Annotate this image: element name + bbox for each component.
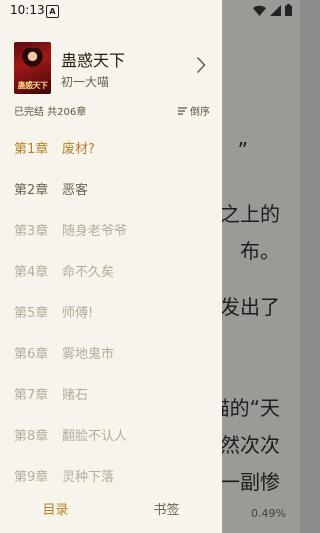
book-author: 初一大喵: [61, 75, 110, 89]
status-time: 10:13: [10, 3, 45, 17]
chapter-number: 第2章: [14, 183, 49, 198]
reader-line: 然次次: [220, 433, 280, 457]
chapter-drawer: 蛊惑天下 蛊惑天下 初一大喵 已完结 共206章 倒序 第1章 废材? 第2章 恶客…: [0, 0, 222, 533]
status-bar: 10:13 A: [0, 0, 300, 22]
chapter-item[interactable]: 第3章 随身老爷爷: [14, 220, 214, 261]
sort-label: 倒序: [190, 107, 210, 118]
cover-figure-icon: [22, 48, 43, 76]
chapter-item[interactable]: 第5章 师傅!: [14, 302, 214, 343]
wifi-icon: [253, 5, 266, 16]
signal-icon: [270, 4, 281, 16]
chevron-right-icon[interactable]: [196, 56, 206, 74]
chapter-number: 第8章: [14, 429, 49, 444]
drawer-tabs: 目录 书签: [0, 483, 222, 533]
chapter-title: 翻脸不认人: [62, 429, 128, 444]
chapter-item[interactable]: 第6章 雾地鬼市: [14, 343, 214, 384]
reader-line: ”: [237, 138, 248, 162]
reader-line: 一副惨: [220, 470, 280, 494]
sort-icon: [178, 106, 187, 115]
sort-button[interactable]: 倒序: [178, 103, 210, 118]
chapter-list: 第1章 废材? 第2章 恶客 第3章 随身老爷爷 第4章 命不久矣 第5章 师傅! 第6章…: [14, 138, 214, 507]
cover-title: 蛊惑天下: [17, 81, 49, 90]
battery-icon: [285, 4, 292, 16]
tab-bookmarks[interactable]: 书签: [111, 499, 222, 518]
chapter-title: 命不久矣: [62, 265, 115, 280]
book-cover: 蛊惑天下: [14, 42, 51, 94]
chapter-number: 第3章: [14, 224, 49, 239]
tab-contents[interactable]: 目录: [0, 499, 111, 518]
chapter-title: 师傅!: [62, 306, 94, 321]
chapter-item[interactable]: 第4章 命不久矣: [14, 261, 214, 302]
chapter-number: 第4章: [14, 265, 49, 280]
chapter-number: 第7章: [14, 388, 49, 403]
chapter-title: 恶客: [62, 183, 89, 198]
chapter-item[interactable]: 第7章 赌石: [14, 384, 214, 425]
book-header[interactable]: 蛊惑天下 蛊惑天下 初一大喵: [14, 42, 214, 94]
chapter-title: 雾地鬼市: [62, 347, 115, 362]
reader-line: 之上的: [220, 202, 280, 226]
reader-line: 布。: [240, 239, 280, 263]
chapter-title: 随身老爷爷: [62, 224, 128, 239]
book-title: 蛊惑天下: [61, 51, 126, 70]
chapter-number: 第5章: [14, 306, 49, 321]
notification-a-icon: A: [46, 5, 59, 18]
reading-progress: 0.49%: [251, 507, 286, 520]
chapter-number: 第6章: [14, 347, 49, 362]
chapter-item[interactable]: 第8章 翻脸不认人: [14, 425, 214, 466]
reader-line: 发出了: [220, 295, 280, 319]
chapter-item[interactable]: 第2章 恶客: [14, 179, 214, 220]
chapter-title: 废材?: [62, 142, 95, 157]
chapter-item[interactable]: 第1章 废材?: [14, 138, 214, 179]
book-meta-row: 已完结 共206章 倒序: [14, 103, 210, 118]
status-icons: [253, 4, 292, 16]
book-status: 已完结 共206章: [14, 107, 87, 118]
chapter-title: 赌石: [62, 388, 89, 403]
chapter-number: 第1章: [14, 142, 49, 157]
